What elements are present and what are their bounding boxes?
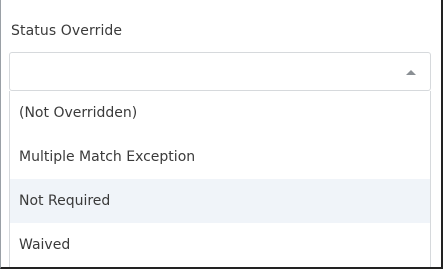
options-list: (Not Overridden) Multiple Match Exceptio… <box>9 91 431 267</box>
status-override-select[interactable] <box>9 52 431 91</box>
caret-up-icon[interactable] <box>406 70 416 75</box>
option-not-overridden[interactable]: (Not Overridden) <box>10 91 430 135</box>
option-not-required[interactable]: Not Required <box>10 179 430 223</box>
option-multiple-match-exception[interactable]: Multiple Match Exception <box>10 135 430 179</box>
option-waived[interactable]: Waived <box>10 223 430 267</box>
field-label: Status Override <box>11 23 123 39</box>
